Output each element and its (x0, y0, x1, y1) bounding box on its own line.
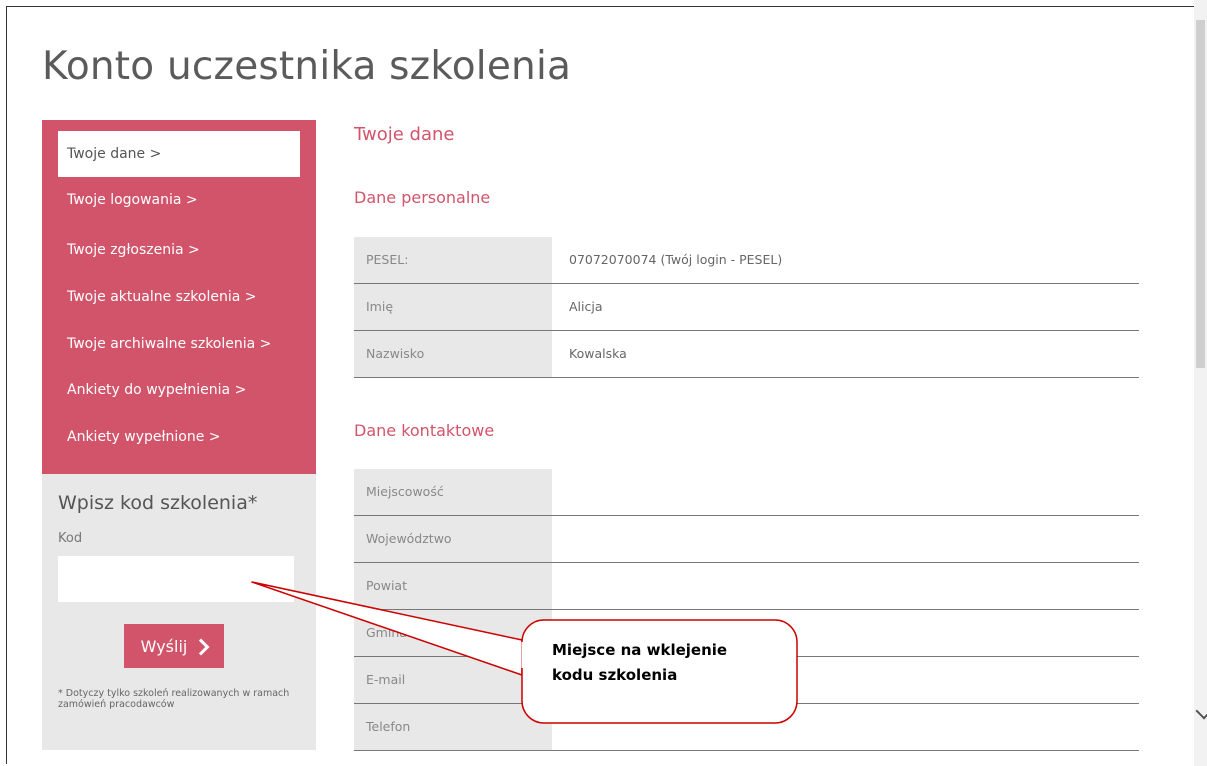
row-imie: Imię Alicja (354, 284, 1139, 331)
code-footnote: * Dotyczy tylko szkoleń realizowanych w … (58, 688, 290, 710)
row-powiat: Powiat (354, 563, 1139, 610)
row-value: 07072070074 (Twój login - PESEL) (569, 252, 783, 267)
row-label: Województwo (354, 516, 552, 562)
row-label: Imię (354, 284, 552, 330)
sidebar-item-twoje-logowania[interactable]: Twoje logowania > (58, 177, 300, 223)
row-label: PESEL: (354, 237, 552, 283)
row-label: Gmina (354, 610, 552, 656)
row-label: Miejscowość (354, 469, 552, 515)
row-value: Alicja (569, 299, 603, 314)
page-title: Konto uczestnika szkolenia (42, 44, 572, 89)
scrollbar[interactable] (1194, 0, 1207, 766)
row-miejscowosc: Miejscowość (354, 469, 1139, 516)
sidebar-item-twoje-zgloszenia[interactable]: Twoje zgłoszenia > (58, 227, 300, 273)
row-label: Powiat (354, 563, 552, 609)
code-field-label: Kod (58, 531, 83, 546)
chevron-right-icon (192, 638, 210, 655)
scrollbar-thumb[interactable] (1196, 20, 1205, 368)
sidebar-item-twoje-dane[interactable]: Twoje dane > (58, 131, 300, 177)
callout-line-1: Miejsce na wklejenie (552, 641, 728, 659)
personal-data-heading: Dane personalne (354, 188, 491, 207)
section-title-twoje-dane: Twoje dane (354, 124, 455, 145)
training-code-panel: Wpisz kod szkolenia* Kod Wyślij * Dotycz… (42, 474, 316, 750)
row-label: E-mail (354, 657, 552, 703)
sidebar-item-ankiety-wypelnione[interactable]: Ankiety wypełnione > (58, 414, 300, 460)
callout-text: Miejsce na wklejenie kodu szkolenia (552, 638, 782, 688)
row-pesel: PESEL: 07072070074 (Twój login - PESEL) (354, 237, 1139, 284)
send-button-label: Wyślij (140, 636, 188, 656)
sidebar-item-archiwalne-szkolenia[interactable]: Twoje archiwalne szkolenia > (58, 321, 300, 367)
code-panel-title: Wpisz kod szkolenia* (58, 492, 258, 514)
row-wojewodztwo: Województwo (354, 516, 1139, 563)
sidebar-menu: Twoje dane > Twoje logowania > Twoje zgł… (42, 120, 316, 474)
training-code-input[interactable] (58, 556, 294, 602)
sidebar-item-ankiety-do-wypelnienia[interactable]: Ankiety do wypełnienia > (58, 367, 300, 413)
contact-data-heading: Dane kontaktowe (354, 421, 495, 440)
callout-line-2: kodu szkolenia (552, 666, 678, 684)
row-label: Nazwisko (354, 331, 552, 377)
sidebar-item-aktualne-szkolenia[interactable]: Twoje aktualne szkolenia > (58, 274, 300, 320)
row-telefon: Telefon (354, 704, 1139, 751)
row-value: Kowalska (569, 346, 627, 361)
send-button[interactable]: Wyślij (124, 624, 224, 668)
row-label: Telefon (354, 704, 552, 750)
row-nazwisko: Nazwisko Kowalska (354, 331, 1139, 378)
